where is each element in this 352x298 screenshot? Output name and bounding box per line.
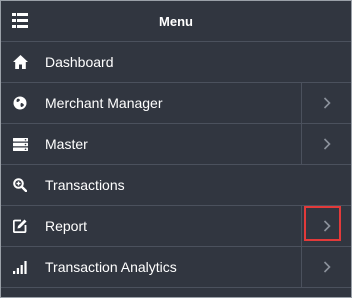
chevron-right-icon [323,261,331,273]
sidebar-menu: Menu Dashboard Merchant Manager Master T… [0,0,352,298]
menu-item-transaction-analytics[interactable]: Transaction Analytics [1,247,351,288]
menu-item-label: Transactions [45,177,125,193]
menu-title: Menu [159,13,193,29]
server-icon [12,136,28,152]
menu-header: Menu [1,1,351,42]
expand-button[interactable] [301,247,351,287]
expand-button[interactable] [301,124,351,164]
expand-button[interactable] [301,83,351,123]
chevron-right-icon [323,220,331,232]
menu-item-dashboard[interactable]: Dashboard [1,42,351,83]
menu-item-label: Merchant Manager [45,95,163,111]
menu-item-label: Report [45,218,88,234]
expand-button[interactable] [301,206,351,246]
menu-item-transactions[interactable]: Transactions [1,165,351,206]
menu-item-merchant-manager[interactable]: Merchant Manager [1,83,351,124]
home-icon [12,54,28,70]
search-zoom-icon [12,177,28,193]
chevron-right-icon [323,97,331,109]
globe-icon [12,95,28,111]
edit-icon [12,218,28,234]
menu-item-label: Master [45,136,88,152]
signal-bars-icon [12,259,28,275]
menu-item-label: Dashboard [45,54,114,70]
menu-item-master[interactable]: Master [1,124,351,165]
chevron-right-icon [323,138,331,150]
menu-item-report[interactable]: Report [1,206,351,247]
menu-item-label: Transaction Analytics [45,259,177,275]
list-icon[interactable] [12,13,28,28]
